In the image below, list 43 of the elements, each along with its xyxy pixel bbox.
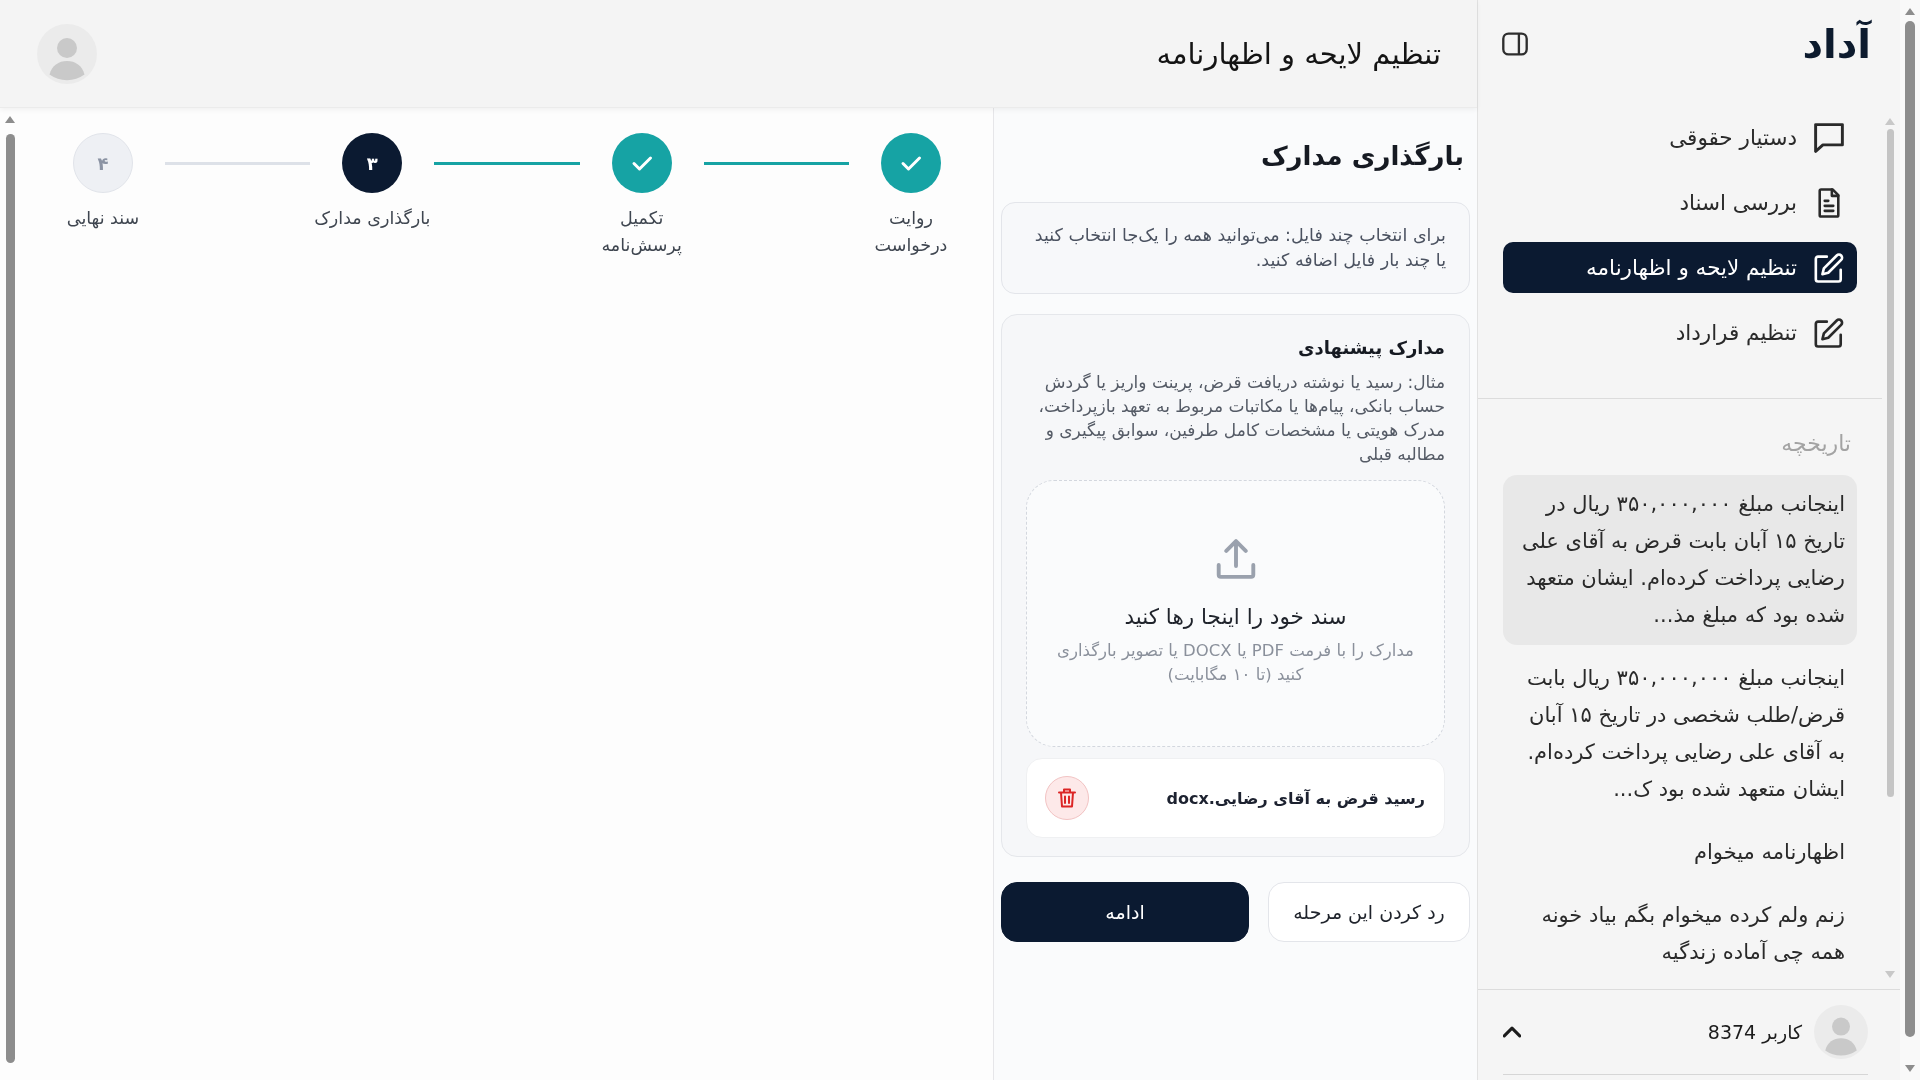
- scroll-up-arrow-icon[interactable]: [5, 116, 15, 123]
- trash-icon: [1058, 788, 1076, 808]
- step-label: تکمیل پرسش‌نامه: [601, 207, 682, 258]
- scroll-down-arrow-icon[interactable]: [1905, 1065, 1915, 1072]
- step-number: ۳: [342, 133, 403, 193]
- panel-layout-icon[interactable]: [1502, 32, 1528, 56]
- chevron-up-icon[interactable]: [1503, 1026, 1521, 1038]
- info-text: برای انتخاب چند فایل: می‌توانید همه را یک‌جا انتخاب کنید یا چند بار فایل اضافه کنید.: [1033, 224, 1446, 272]
- scrollbar-thumb[interactable]: [1905, 21, 1915, 1037]
- history-item[interactable]: زنم ولم کرده میخوام بگم بیاد خونه همه چی آماده زندگیه: [1503, 886, 1857, 982]
- continue-button[interactable]: ادامه: [1001, 882, 1249, 942]
- nav-item[interactable]: بررسی اسناد: [1503, 177, 1857, 228]
- avatar-icon: [1814, 1005, 1868, 1059]
- edit-icon: [1814, 317, 1844, 348]
- history-item[interactable]: اینجانب مبلغ ۳۵۰,۰۰۰,۰۰۰ ریال بابت قرض/طلب شخصی در تاریخ ۱۵ آبان به آقای علی رضایی پرداخت کرده‌ام. ایشان متعهد شده بود ک...: [1503, 649, 1857, 819]
- header-title: تنظیم لایحه و اظهارنامه: [1156, 36, 1441, 71]
- section-title: بارگذاری مدارک: [1260, 140, 1464, 173]
- edit-icon: [1814, 252, 1844, 283]
- skip-step-button[interactable]: رد کردن این مرحله: [1268, 882, 1470, 942]
- scrollbar-thumb[interactable]: [1886, 129, 1894, 797]
- card-description: مثال: رسید یا نوشته دریافت قرض، پرینت واریز یا گردش حساب بانکی، پیام‌ها یا مکاتبات مربوط به تعهد بازپرداخت، مدرک هویتی یا مشخصات کامل طرفین، سوابق پیگیری و مطالبه قبلی: [1037, 371, 1445, 466]
- scroll-up-arrow-icon[interactable]: [1905, 8, 1915, 15]
- step-label: روایت درخواست: [874, 207, 948, 257]
- step-number: ۴: [73, 133, 133, 193]
- card-title: مدارک پیشنهادی: [1297, 336, 1445, 361]
- delete-button[interactable]: [1045, 776, 1089, 820]
- nav-item[interactable]: دستیار حقوقی: [1503, 112, 1857, 163]
- history-item[interactable]: اظهارنامه میخوام: [1503, 823, 1857, 882]
- app-logo: آداد: [1802, 20, 1871, 68]
- scrollbar-thumb[interactable]: [5, 134, 15, 1063]
- nav-item[interactable]: تنظیم لایحه و اظهارنامه: [1503, 242, 1857, 293]
- drop-zone[interactable]: سند خود را اینجا رها کنید مدارک را با فرمت PDF یا DOCX یا تصویر بارگذاری کنید (تا ۱۰ مگابایت): [1026, 480, 1445, 747]
- user-name: کاربر 8374: [1707, 1021, 1802, 1043]
- history-heading: تاریخچه: [1780, 430, 1851, 458]
- nav-item[interactable]: تنظیم قرارداد: [1503, 307, 1857, 358]
- drop-zone-hint: مدارک را با فرمت PDF یا DOCX یا تصویر بارگذاری کنید (تا ۱۰ مگابایت): [1056, 640, 1415, 686]
- step-label: بارگذاری مدارک: [314, 207, 431, 230]
- history-item[interactable]: اینجانب مبلغ ۳۵۰,۰۰۰,۰۰۰ ریال در تاریخ ۱۵ آبان بابت قرض به آقای علی رضایی پرداخت کرده‌ام. ایشان متعهد شده بود که مبلغ مذ...: [1503, 475, 1857, 645]
- file-name: رسید قرض به آقای رضایی.docx: [1166, 788, 1425, 808]
- chat-bubble-icon: [1814, 122, 1844, 153]
- upload-icon: [1215, 539, 1256, 579]
- step-label: سند نهایی: [66, 207, 140, 231]
- drop-zone-title: سند خود را اینجا رها کنید: [1124, 603, 1347, 631]
